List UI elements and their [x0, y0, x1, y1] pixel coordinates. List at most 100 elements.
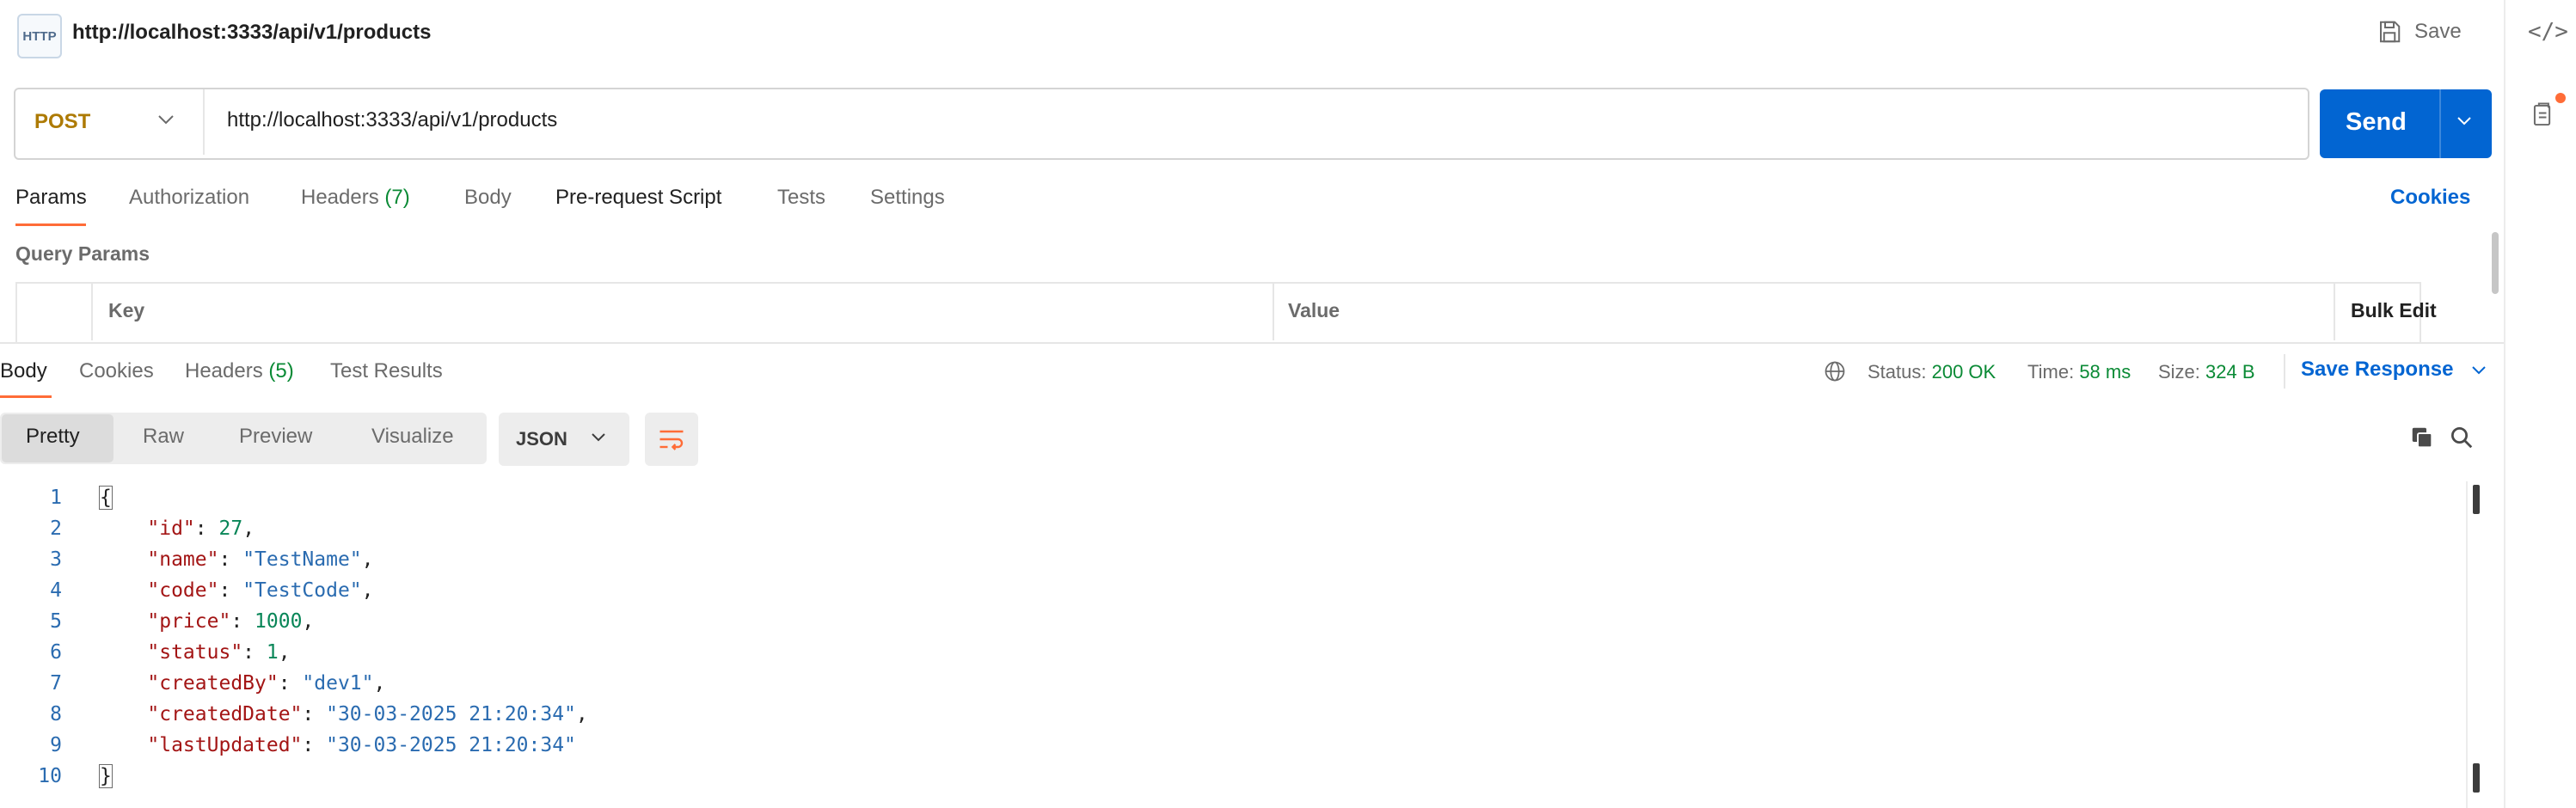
tab-settings[interactable]: Settings: [870, 186, 945, 210]
tab-tests[interactable]: Tests: [777, 186, 825, 210]
save-icon: [2380, 21, 2401, 43]
code-text: "status": 1,: [147, 641, 291, 664]
code-line: 9 "lastUpdated": "30-03-2025 21:20:34": [0, 734, 2459, 765]
chevron-down-icon[interactable]: [156, 113, 175, 130]
json-value: "dev1": [302, 672, 374, 695]
divider: [2284, 354, 2285, 389]
divider: [203, 89, 205, 155]
scrollbar[interactable]: [2492, 232, 2499, 294]
format-visualize[interactable]: Visualize: [371, 425, 454, 449]
line-number: 4: [50, 579, 62, 602]
method-select[interactable]: POST: [34, 110, 90, 134]
save-response-button[interactable]: Save Response: [2301, 358, 2453, 382]
json-value: "30-03-2025 21:20:34": [326, 703, 576, 725]
close-brace: }: [99, 764, 113, 788]
chevron-down-icon[interactable]: [2471, 364, 2487, 380]
line-number: 3: [50, 548, 62, 571]
tab-body[interactable]: Body: [464, 186, 512, 210]
json-value: 1: [266, 641, 279, 664]
docs-icon[interactable]: [2531, 101, 2557, 133]
line-number: 1: [50, 487, 62, 509]
line-number: 5: [50, 610, 62, 633]
tab-response-cookies[interactable]: Cookies: [79, 359, 154, 383]
tab-headers-label: Headers: [301, 186, 379, 209]
wrap-lines-icon: [659, 430, 684, 450]
json-key: "name": [147, 548, 219, 571]
divider: [2334, 282, 2335, 340]
line-number: 2: [50, 517, 62, 540]
code-text: {: [99, 486, 113, 510]
tab-params[interactable]: Params: [15, 186, 87, 210]
code-text: "code": "TestCode",: [147, 579, 374, 602]
active-tab-indicator: [15, 223, 86, 226]
copy-icon[interactable]: [2409, 425, 2435, 455]
send-button[interactable]: Send: [2346, 108, 2407, 137]
line-number: 9: [50, 734, 62, 756]
json-key: "createdBy": [147, 672, 279, 695]
tab-response-body[interactable]: Body: [0, 359, 47, 383]
save-button[interactable]: Save: [2377, 19, 2462, 45]
globe-icon[interactable]: [1823, 359, 1847, 388]
format-preview[interactable]: Preview: [239, 425, 312, 449]
code-line: 10}: [0, 764, 2459, 796]
json-key: "id": [147, 517, 195, 540]
code-text: "createdDate": "30-03-2025 21:20:34",: [147, 703, 588, 725]
headers-count: (7): [384, 186, 410, 209]
tab-prerequest-script[interactable]: Pre-request Script: [555, 186, 721, 210]
json-value: "TestCode": [242, 579, 362, 602]
json-value: 1000: [255, 610, 303, 633]
code-line: 5 "price": 1000,: [0, 610, 2459, 641]
scrollbar-track: [2466, 481, 2468, 808]
code-text: }: [99, 764, 113, 788]
json-key: "createdDate": [147, 703, 303, 725]
chevron-down-icon[interactable]: [2456, 115, 2473, 131]
format-pretty[interactable]: Pretty: [26, 425, 80, 449]
chevron-down-icon[interactable]: [590, 432, 607, 447]
url-input[interactable]: http://localhost:3333/api/v1/products: [227, 108, 557, 132]
wrap-lines-button[interactable]: [645, 413, 698, 466]
code-text: "price": 1000,: [147, 610, 315, 633]
code-text: "id": 27,: [147, 517, 255, 540]
format-raw[interactable]: Raw: [143, 425, 184, 449]
code-icon[interactable]: </>: [2528, 19, 2568, 45]
response-status: Status: 200 OK: [1868, 361, 1996, 383]
divider: [1273, 282, 1274, 340]
panel-divider[interactable]: [0, 342, 2504, 344]
query-params-table: [15, 282, 2421, 342]
response-time: Time: 58 ms: [2027, 361, 2131, 383]
bulk-edit-button[interactable]: Bulk Edit: [2351, 299, 2437, 322]
scrollbar-marker[interactable]: [2473, 485, 2480, 514]
line-number: 7: [50, 672, 62, 695]
code-text: "name": "TestName",: [147, 548, 374, 571]
tab-authorization[interactable]: Authorization: [129, 186, 249, 210]
json-key: "price": [147, 610, 231, 633]
tab-headers[interactable]: Headers (7): [301, 186, 410, 210]
scrollbar-marker[interactable]: [2473, 763, 2480, 793]
open-brace: {: [99, 486, 113, 510]
tab-test-results[interactable]: Test Results: [330, 359, 443, 383]
http-icon: HTTP: [17, 14, 62, 58]
code-line: 7 "createdBy": "dev1",: [0, 672, 2459, 703]
time-value: 58 ms: [2079, 361, 2131, 383]
response-size: Size: 324 B: [2158, 361, 2255, 383]
value-header: Value: [1288, 299, 1340, 321]
request-title[interactable]: http://localhost:3333/api/v1/products: [72, 21, 431, 45]
json-value: "TestName": [242, 548, 362, 571]
cookies-link[interactable]: Cookies: [2390, 186, 2470, 210]
size-value: 324 B: [2205, 361, 2255, 383]
tab-response-headers[interactable]: Headers (5): [185, 359, 294, 383]
code-text: "createdBy": "dev1",: [147, 672, 386, 695]
json-value: "30-03-2025 21:20:34": [326, 734, 576, 756]
notification-badge: [2555, 93, 2566, 103]
save-label: Save: [2414, 20, 2462, 43]
divider: [2439, 89, 2441, 158]
key-header: Key: [108, 299, 145, 321]
search-icon[interactable]: [2449, 425, 2475, 455]
line-number: 10: [38, 765, 62, 787]
code-line: 8 "createdDate": "30-03-2025 21:20:34",: [0, 703, 2459, 734]
json-value: 27: [218, 517, 243, 540]
code-line: 4 "code": "TestCode",: [0, 579, 2459, 610]
size-label: Size:: [2158, 361, 2200, 383]
language-label[interactable]: JSON: [516, 428, 567, 450]
tab-response-headers-label: Headers: [185, 359, 263, 383]
